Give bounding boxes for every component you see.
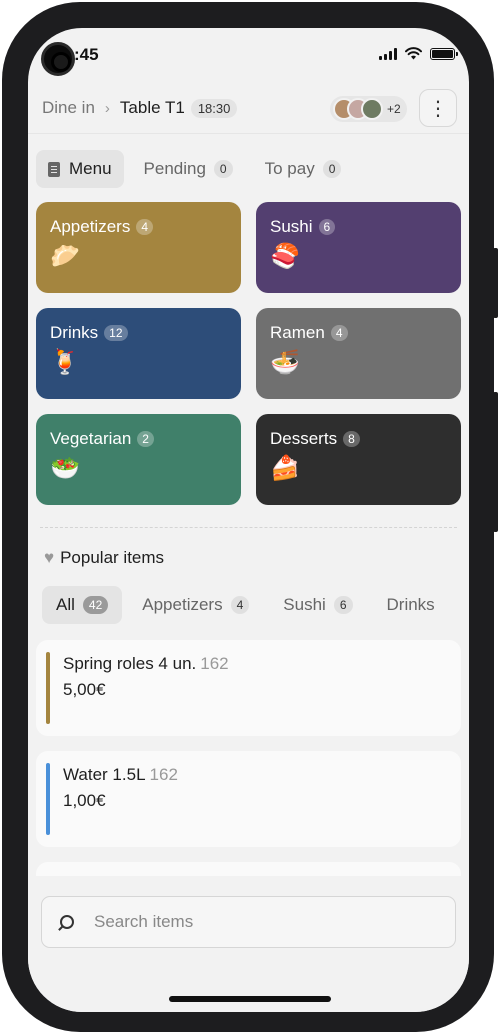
item-price: 1,00€ [63,791,106,810]
tropical-drink-icon: 🍹 [50,349,80,376]
breadcrumb-table: Table T1 [119,98,185,117]
battery-icon [430,47,458,60]
section-divider [40,527,457,528]
category-name: Desserts [270,429,338,448]
filter-sushi[interactable]: Sushi 6 [269,586,366,624]
filter-label: All [56,595,75,614]
volume-button [493,392,498,532]
item-name: Water 1.5L [63,765,146,784]
filter-count-badge: 4 [230,596,250,614]
breadcrumb-dine-in[interactable]: Dine in [42,98,95,118]
item-code: 162 [200,654,229,673]
status-icons [379,47,458,60]
list-item[interactable]: Spring roles 4 un. 162 5,00€ [36,640,461,736]
tab-count-badge: 0 [213,160,233,178]
filter-label: Appetizers [142,595,223,614]
category-card-appetizers[interactable]: Appetizers 4 🥟 [36,202,241,293]
filter-all[interactable]: All 42 [42,586,123,624]
category-card-ramen[interactable]: Ramen 4 🍜 [256,308,461,399]
chevron-right-icon: › [104,99,110,117]
tab-label: To pay [264,159,315,178]
app-screen: :45 Dine in › Table T1 18:30 +2 ⋮ Menu P… [28,28,469,1012]
status-time: :45 [74,45,99,64]
item-filters: All 42 Appetizers 4 Sushi 6 Drinks [42,586,435,624]
heart-icon: ♥ [44,548,55,567]
category-card-sushi[interactable]: Sushi 6 🍣 [256,202,461,293]
filter-count-badge: 42 [82,596,109,614]
filter-label: Drinks [386,595,435,614]
filter-appetizers[interactable]: Appetizers 4 [128,586,263,624]
item-name: Spring roles 4 un. [63,654,197,673]
category-card-drinks[interactable]: Drinks 12 🍹 [36,308,241,399]
sushi-icon: 🍣 [270,243,300,270]
wifi-icon [405,47,422,60]
popular-items-heading: ♥ Popular items [44,548,164,568]
search-field[interactable] [41,896,456,948]
bottom-search-bar [28,876,469,1012]
more-options-button[interactable]: ⋮ [419,89,457,127]
popular-title: Popular items [60,548,165,567]
item-category-bar [46,763,50,835]
camera-icon [41,42,75,76]
cake-slice-icon: 🍰 [270,455,300,482]
item-price: 5,00€ [63,680,106,699]
tab-pending[interactable]: Pending 0 [132,150,245,188]
category-count: 4 [136,219,154,235]
category-grid: Appetizers 4 🥟 Sushi 6 🍣 Drinks 12 🍹 Ramen 4… [36,202,461,505]
category-count: 6 [318,219,336,235]
tab-count-badge: 0 [322,160,342,178]
avatars-extra-count: +2 [387,102,401,116]
tab-menu[interactable]: Menu [36,150,124,188]
status-bar: :45 [28,28,469,84]
salad-icon: 🥗 [50,455,80,482]
tab-to-pay[interactable]: To pay 0 [253,150,354,188]
power-button [493,248,498,318]
filter-count-badge: 6 [333,596,353,614]
breadcrumb: Dine in › Table T1 18:30 [42,98,238,118]
order-tabs: Menu Pending 0 To pay 0 [36,150,353,188]
menu-book-icon [48,161,60,177]
category-card-vegetarian[interactable]: Vegetarian 2 🥗 [36,414,241,505]
category-count: 12 [104,325,128,341]
category-card-desserts[interactable]: Desserts 8 🍰 [256,414,461,505]
search-input[interactable] [94,912,394,932]
more-vertical-icon: ⋮ [428,97,448,120]
guests-avatars[interactable]: +2 [330,96,407,122]
category-count: 8 [343,431,360,447]
category-name: Ramen [270,323,325,342]
search-icon [60,915,74,929]
category-count: 2 [137,431,154,447]
time-badge: 18:30 [190,98,238,118]
filter-label: Sushi [283,595,326,614]
list-item[interactable]: Water 1.5L 162 1,00€ [36,751,461,847]
tab-label: Menu [69,159,112,178]
category-name: Drinks [50,323,99,342]
home-indicator[interactable] [169,996,331,1002]
filter-drinks[interactable]: Drinks [373,586,435,624]
signal-icon [379,47,397,60]
phone-frame: :45 Dine in › Table T1 18:30 +2 ⋮ Menu P… [2,2,494,1032]
category-count: 4 [330,325,348,341]
category-name: Appetizers [50,217,131,236]
tab-label: Pending [143,159,206,178]
category-name: Vegetarian [50,429,132,448]
item-code: 162 [149,765,178,784]
item-category-bar [46,652,50,724]
ramen-bowl-icon: 🍜 [270,349,300,376]
dumpling-icon: 🥟 [50,243,80,270]
category-name: Sushi [270,217,313,236]
app-header: Dine in › Table T1 18:30 +2 ⋮ [28,88,469,134]
avatar [361,98,383,120]
